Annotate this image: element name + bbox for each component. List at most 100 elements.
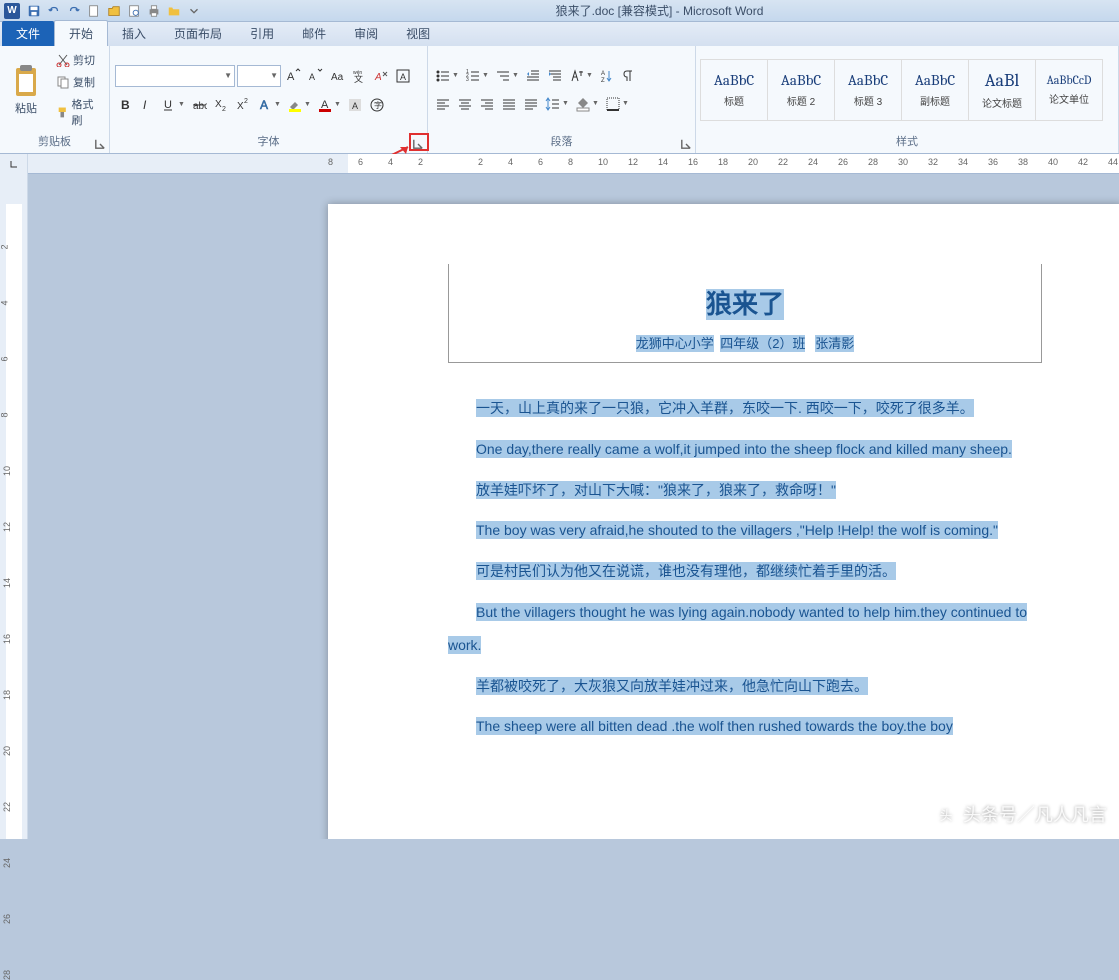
style-item-paper-title[interactable]: AaBl论文标题 xyxy=(968,59,1036,121)
svg-text:I: I xyxy=(143,98,147,112)
cut-icon xyxy=(56,53,70,67)
qat-print-preview-icon[interactable] xyxy=(125,2,143,20)
align-distribute-icon[interactable] xyxy=(521,94,541,114)
shrink-font-icon[interactable]: A xyxy=(305,66,325,86)
clipboard-launcher-icon[interactable] xyxy=(93,137,107,151)
doc-p3: 放羊娃吓坏了，对山下大喊："狼来了，狼来了，救命呀！" xyxy=(476,481,836,499)
doc-p4: The boy was very afraid,he shouted to th… xyxy=(476,521,998,539)
ruler-h-tick: 8 xyxy=(328,157,333,167)
group-styles: AaBbC标题 AaBbC标题 2 AaBbC标题 3 AaBbC副标题 AaB… xyxy=(696,46,1119,153)
style-item-paper-unit[interactable]: AaBbCcD论文单位 xyxy=(1035,59,1103,121)
qat-save-icon[interactable] xyxy=(25,2,43,20)
doc-p1: 一天，山上真的来了一只狼，它冲入羊群，东咬一下. 西咬一下，咬死了很多羊。 xyxy=(476,399,974,417)
svg-text:A: A xyxy=(287,71,295,83)
ruler-h-track[interactable]: 8642246810121416182022242628303234363840… xyxy=(28,154,1119,173)
titlebar: W 狼来了.doc [兼容模式] - Microsoft Word xyxy=(0,0,1119,22)
subscript-icon[interactable]: X2 xyxy=(211,95,231,115)
change-case-icon[interactable]: Aa xyxy=(327,66,347,86)
copy-button[interactable]: 复制 xyxy=(52,72,105,92)
paste-label: 粘贴 xyxy=(15,100,37,116)
underline-icon[interactable]: U▼ xyxy=(159,95,187,115)
tab-file[interactable]: 文件 xyxy=(2,21,54,46)
increase-indent-icon[interactable] xyxy=(545,66,565,86)
tab-review[interactable]: 审阅 xyxy=(340,21,392,46)
clear-format-icon[interactable]: A xyxy=(371,66,391,86)
qat-open-icon[interactable] xyxy=(105,2,123,20)
italic-icon[interactable]: I xyxy=(137,95,157,115)
qat-redo-icon[interactable] xyxy=(65,2,83,20)
bold-icon[interactable]: B xyxy=(115,95,135,115)
line-spacing-icon[interactable]: ▼ xyxy=(543,94,571,114)
ruler-tab-selector[interactable] xyxy=(0,154,28,174)
align-justify-icon[interactable] xyxy=(499,94,519,114)
grow-font-icon[interactable]: A xyxy=(283,66,303,86)
enclose-char-icon[interactable]: 字 xyxy=(367,95,387,115)
sort-icon[interactable]: AZ xyxy=(597,66,617,86)
tab-references[interactable]: 引用 xyxy=(236,21,288,46)
paragraph-launcher-icon[interactable] xyxy=(679,137,693,151)
align-center-icon[interactable] xyxy=(455,94,475,114)
ruler-v-tick: 22 xyxy=(2,802,12,812)
ruler-v-tick: 4 xyxy=(0,300,10,305)
asian-layout-icon[interactable]: ▼ xyxy=(567,66,595,86)
ruler-h-tick: 4 xyxy=(388,157,393,167)
qat-print-icon[interactable] xyxy=(145,2,163,20)
font-launcher-icon[interactable] xyxy=(411,137,425,151)
text-effects-icon[interactable]: A▼ xyxy=(255,95,283,115)
char-shading-icon[interactable]: A xyxy=(345,95,365,115)
decrease-indent-icon[interactable] xyxy=(523,66,543,86)
qat-more-icon[interactable] xyxy=(185,2,203,20)
shading-icon[interactable]: ▼ xyxy=(573,94,601,114)
style-item-heading3[interactable]: AaBbC标题 3 xyxy=(834,59,902,121)
phonetic-guide-icon[interactable]: wén文 xyxy=(349,66,369,86)
style-item-heading2[interactable]: AaBbC标题 2 xyxy=(767,59,835,121)
ruler-h-tick: 2 xyxy=(478,157,483,167)
qat-new-icon[interactable] xyxy=(85,2,103,20)
document-page: 狼来了 龙狮中心小学 四年级（2）班 张清影 一天，山上真的来了一只狼，它冲入羊… xyxy=(328,204,1119,839)
doc-p7: 羊都被咬死了，大灰狼又向放羊娃冲过来，他急忙向山下跑去。 xyxy=(476,677,868,695)
multilevel-list-icon[interactable]: ▼ xyxy=(493,66,521,86)
ruler-v-tick: 14 xyxy=(2,578,12,588)
show-marks-icon[interactable] xyxy=(619,66,639,86)
copy-icon xyxy=(56,75,70,89)
strikethrough-icon[interactable]: abc xyxy=(189,95,209,115)
font-family-combo[interactable]: ▼ xyxy=(115,65,235,87)
highlight-icon[interactable]: ▼ xyxy=(285,95,313,115)
ruler-v-tick: 12 xyxy=(2,522,12,532)
borders-icon[interactable]: ▼ xyxy=(603,94,631,114)
style-item-title[interactable]: AaBbC标题 xyxy=(700,59,768,121)
font-size-combo[interactable]: ▼ xyxy=(237,65,281,87)
qat-folder-icon[interactable] xyxy=(165,2,183,20)
svg-text:U: U xyxy=(164,99,172,111)
paste-button[interactable]: 粘贴 xyxy=(4,62,48,118)
numbering-icon[interactable]: 123▼ xyxy=(463,66,491,86)
cut-button[interactable]: 剪切 xyxy=(52,50,105,70)
ruler-v-tick: 20 xyxy=(2,746,12,756)
group-paragraph: ▼ 123▼ ▼ ▼ AZ ▼ ▼ ▼ xyxy=(428,46,696,153)
qat-undo-icon[interactable] xyxy=(45,2,63,20)
svg-text:2: 2 xyxy=(222,106,226,113)
ruler-h-tick: 22 xyxy=(778,157,788,167)
bullets-icon[interactable]: ▼ xyxy=(433,66,461,86)
ruler-vertical[interactable]: 246810121416182022242628 xyxy=(0,174,28,839)
svg-text:A: A xyxy=(601,71,605,77)
align-right-icon[interactable] xyxy=(477,94,497,114)
clipboard-group-label: 剪贴板 xyxy=(4,131,105,151)
font-color-icon[interactable]: A▼ xyxy=(315,95,343,115)
style-item-subtitle[interactable]: AaBbC副标题 xyxy=(901,59,969,121)
svg-text:X: X xyxy=(215,99,222,110)
ruler-h-tick: 36 xyxy=(988,157,998,167)
format-painter-button[interactable]: 格式刷 xyxy=(52,94,105,130)
document-canvas[interactable]: 狼来了 龙狮中心小学 四年级（2）班 张清影 一天，山上真的来了一只狼，它冲入羊… xyxy=(28,174,1119,839)
tab-insert[interactable]: 插入 xyxy=(108,21,160,46)
ruler-h-tick: 32 xyxy=(928,157,938,167)
tab-mailings[interactable]: 邮件 xyxy=(288,21,340,46)
superscript-icon[interactable]: X2 xyxy=(233,95,253,115)
svg-text:abc: abc xyxy=(193,101,207,112)
tab-view[interactable]: 视图 xyxy=(392,21,444,46)
style-gallery[interactable]: AaBbC标题 AaBbC标题 2 AaBbC标题 3 AaBbC副标题 AaB… xyxy=(700,59,1103,121)
char-border-icon[interactable]: A xyxy=(393,66,413,86)
align-left-icon[interactable] xyxy=(433,94,453,114)
tab-page-layout[interactable]: 页面布局 xyxy=(160,21,236,46)
tab-home[interactable]: 开始 xyxy=(54,20,108,46)
